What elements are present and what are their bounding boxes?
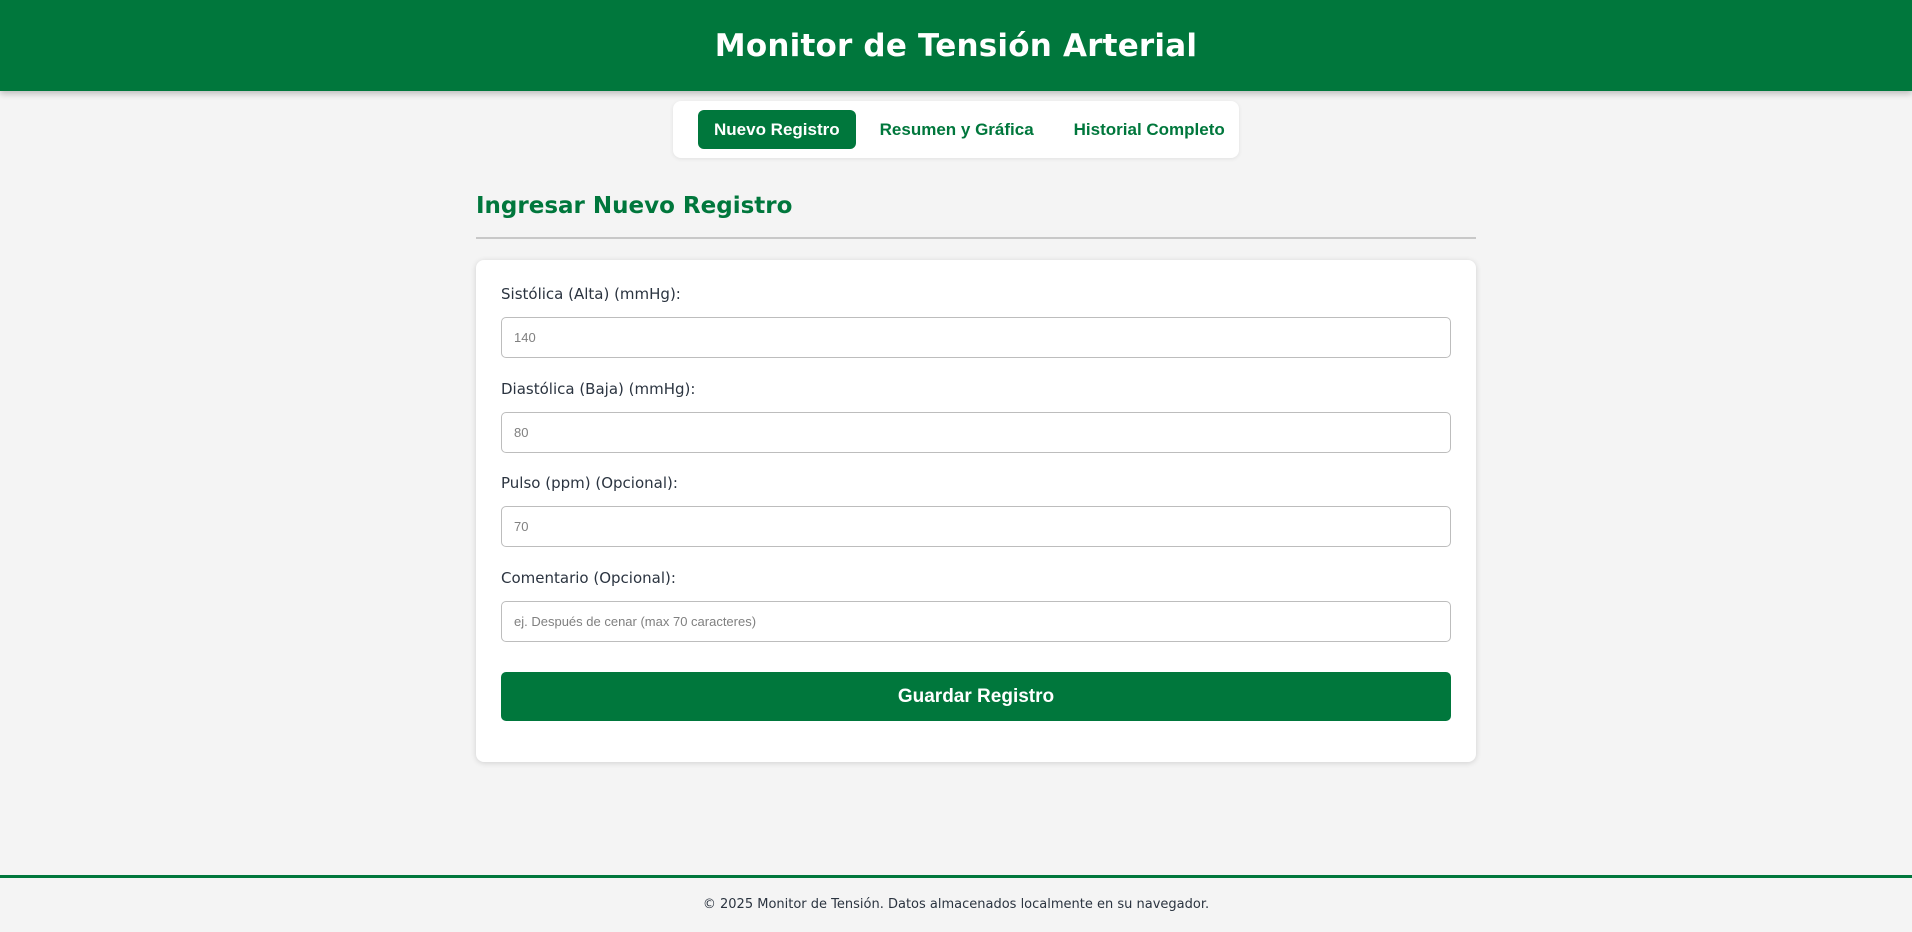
comment-input[interactable] (501, 601, 1451, 642)
new-record-form: Sistólica (Alta) (mmHg): Diastólica (Baj… (476, 260, 1476, 762)
save-record-button[interactable]: Guardar Registro (501, 672, 1451, 721)
tab-resumen-grafica[interactable]: Resumen y Gráfica (864, 110, 1050, 149)
tab-bar: Nuevo Registro Resumen y Gráfica Histori… (673, 101, 1239, 158)
section-divider (476, 237, 1476, 239)
systolic-input[interactable] (501, 317, 1451, 358)
diastolic-label: Diastólica (Baja) (mmHg): (501, 380, 696, 398)
comment-label: Comentario (Opcional): (501, 569, 676, 587)
pulse-input[interactable] (501, 506, 1451, 547)
app-header: Monitor de Tensión Arterial (0, 0, 1912, 91)
section-title: Ingresar Nuevo Registro (476, 193, 793, 219)
tab-historial-completo[interactable]: Historial Completo (1058, 110, 1241, 149)
diastolic-input[interactable] (501, 412, 1451, 453)
systolic-label: Sistólica (Alta) (mmHg): (501, 285, 681, 303)
pulse-label: Pulso (ppm) (Opcional): (501, 474, 678, 492)
app-title: Monitor de Tensión Arterial (714, 27, 1198, 64)
footer-text: © 2025 Monitor de Tensión. Datos almacen… (702, 897, 1210, 912)
tab-nuevo-registro[interactable]: Nuevo Registro (698, 110, 856, 149)
footer-divider (0, 875, 1912, 878)
